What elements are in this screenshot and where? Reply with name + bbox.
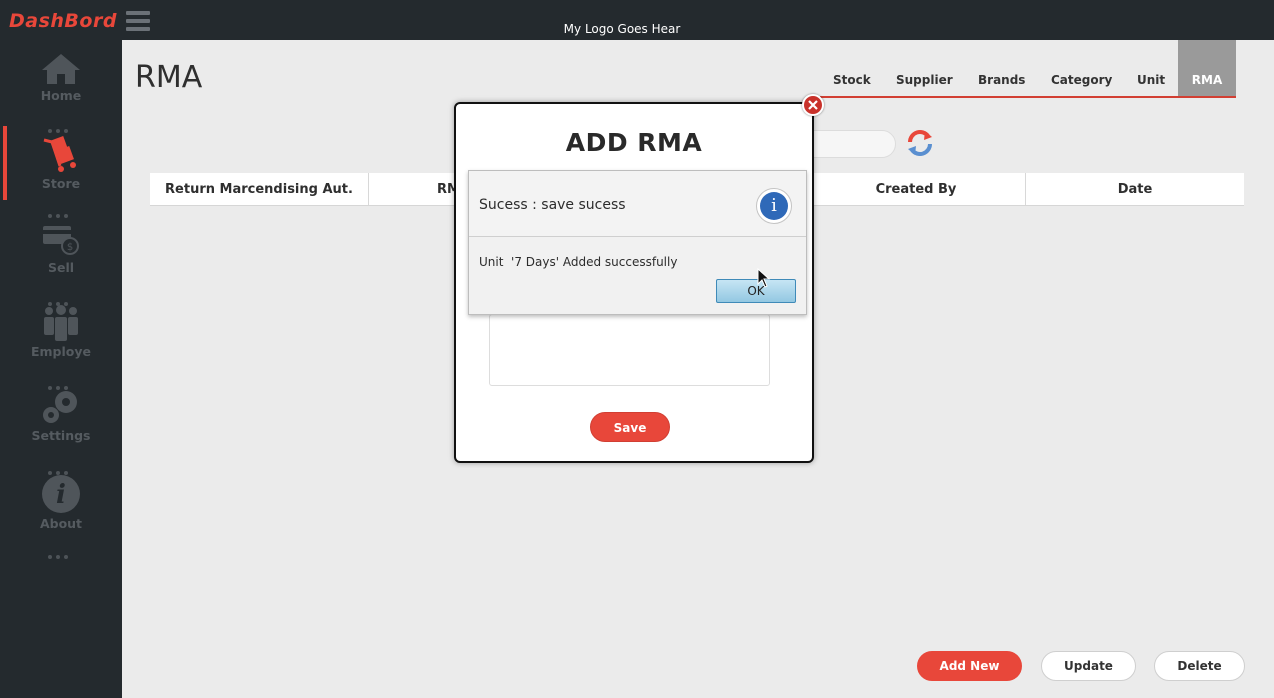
column-header-rma-auth[interactable]: Return Marcendising Aut. (150, 173, 369, 205)
separator-dots (48, 118, 74, 133)
ok-button[interactable]: OK (716, 279, 796, 303)
save-button[interactable]: Save (590, 412, 670, 442)
mouse-cursor-icon (757, 268, 771, 288)
logo-text: My Logo Goes Hear (563, 22, 681, 36)
sidebar-item-settings[interactable]: Settings (0, 388, 122, 443)
store-cart-icon (43, 136, 76, 172)
sidebar: Home Store $ Sell Employe Settings i Abo… (0, 40, 122, 698)
dialog-header: Sucess : save sucess i (469, 171, 806, 237)
tab-unit[interactable]: Unit (1137, 73, 1165, 87)
sidebar-item-about[interactable]: i About (0, 474, 122, 531)
separator-dots (48, 291, 74, 306)
page-title: RMA (135, 60, 203, 95)
svg-text:$: $ (67, 242, 73, 253)
sidebar-item-home[interactable]: Home (0, 52, 122, 103)
sell-card-icon: $ (43, 226, 79, 255)
info-circle-icon: i (756, 188, 792, 224)
tab-underline (820, 96, 1236, 98)
svg-text:i: i (56, 480, 66, 510)
modal-title: ADD RMA (565, 128, 703, 157)
column-header-date[interactable]: Date (1026, 173, 1244, 205)
sidebar-item-label: Settings (31, 428, 91, 443)
tab-supplier[interactable]: Supplier (896, 73, 953, 87)
tab-rma[interactable]: RMA (1178, 40, 1236, 98)
success-dialog: Sucess : save sucess i Unit '7 Days' Add… (468, 170, 807, 315)
separator-dots (48, 375, 74, 390)
separator-dots (48, 203, 74, 218)
dialog-message: Unit '7 Days' Added successfully (479, 255, 678, 269)
sidebar-item-label: Store (41, 176, 81, 191)
sidebar-item-label: Sell (47, 260, 75, 275)
rma-description-textarea[interactable] (489, 314, 770, 386)
sidebar-item-label: About (39, 516, 83, 531)
top-bar: DashBord My Logo Goes Hear (0, 0, 1274, 40)
tab-category[interactable]: Category (1051, 73, 1112, 87)
sidebar-item-employe[interactable]: Employe (0, 304, 122, 359)
home-icon (42, 54, 80, 84)
update-button[interactable]: Update (1041, 651, 1136, 681)
tab-stock[interactable]: Stock (833, 73, 871, 87)
sidebar-item-store[interactable]: Store (0, 134, 122, 191)
tab-rma-label: RMA (1191, 73, 1223, 87)
tab-brands[interactable]: Brands (978, 73, 1025, 87)
separator-dots (48, 544, 74, 559)
employees-icon (44, 305, 78, 341)
sidebar-item-label: Home (40, 88, 82, 103)
close-icon[interactable] (802, 94, 824, 116)
gears-icon (43, 391, 77, 423)
separator-dots (48, 460, 74, 475)
delete-button[interactable]: Delete (1154, 651, 1245, 681)
add-new-button[interactable]: Add New (917, 651, 1022, 681)
refresh-icon[interactable] (905, 128, 935, 158)
dialog-header-text: Sucess : save sucess (479, 197, 626, 213)
sidebar-item-sell[interactable]: $ Sell (0, 224, 122, 275)
info-icon: i (42, 475, 80, 513)
column-header-created-by[interactable]: Created By (807, 173, 1026, 205)
sidebar-item-label: Employe (30, 344, 91, 359)
